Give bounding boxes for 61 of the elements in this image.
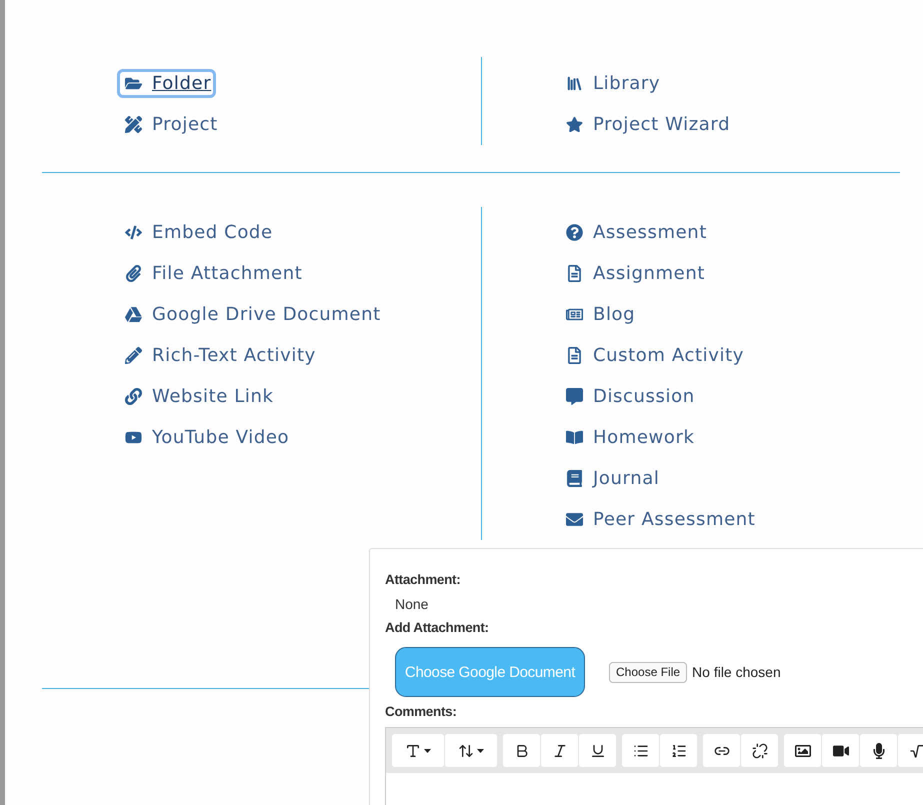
- text-size-icon: [458, 742, 474, 758]
- toolbar-button[interactable]: [541, 734, 578, 767]
- toolbar-button[interactable]: [741, 734, 778, 767]
- menu-item[interactable]: Discussion: [561, 385, 697, 408]
- file-status: No file chosen: [692, 664, 781, 680]
- toolbar-button[interactable]: [579, 734, 616, 767]
- menu-item[interactable]: Website Link: [120, 385, 276, 408]
- field-label: Attachment:: [385, 571, 460, 589]
- menu-item[interactable]: Library: [561, 72, 662, 95]
- toolbar-button[interactable]: [445, 734, 497, 767]
- triangle-logo-icon: [122, 306, 144, 323]
- square-root-icon: [908, 742, 923, 758]
- menu-item[interactable]: Embed Code: [120, 221, 275, 244]
- attachment-value: None: [395, 595, 428, 614]
- menu-item[interactable]: Peer Assessment: [561, 508, 758, 531]
- menu-item[interactable]: Rich-Text Activity: [120, 344, 318, 367]
- code-icon: [122, 224, 144, 241]
- toolbar-button[interactable]: [703, 734, 740, 767]
- menu-item[interactable]: File Attachment: [120, 262, 304, 285]
- menu-item[interactable]: YouTube Video: [120, 426, 292, 449]
- toolbar-button[interactable]: [822, 734, 859, 767]
- speech-bubble-icon: [563, 388, 585, 405]
- toolbar-button[interactable]: [660, 734, 697, 767]
- newspaper-icon: [563, 306, 585, 323]
- toolbar-button[interactable]: [503, 734, 540, 767]
- field-label: Add Attachment:: [385, 619, 489, 637]
- toolbar-button[interactable]: [860, 734, 897, 767]
- italic-icon: [552, 742, 568, 758]
- video-camera-icon: [832, 742, 848, 758]
- menu-item[interactable]: Folder: [120, 72, 214, 95]
- open-book-icon: [563, 429, 585, 446]
- folder-icon: [122, 75, 144, 92]
- numbered-list-icon: [670, 742, 686, 758]
- play-icon: [122, 429, 144, 446]
- question-icon: [563, 224, 585, 241]
- underline-icon: [590, 742, 606, 758]
- menu-item[interactable]: Google Drive Document: [120, 303, 383, 326]
- pencil-icon: [122, 347, 144, 364]
- field-label: Comments:: [385, 703, 457, 721]
- caret-icon: [477, 748, 484, 752]
- image-icon: [794, 742, 810, 758]
- toolbar-button[interactable]: [784, 734, 821, 767]
- menu-item[interactable]: Assessment: [561, 221, 709, 244]
- menu-item[interactable]: Assignment: [561, 262, 707, 285]
- link-icon: [122, 388, 144, 405]
- menu-item[interactable]: Journal: [561, 467, 662, 490]
- font-icon: [405, 742, 421, 758]
- menu-item[interactable]: Project: [120, 113, 220, 136]
- menu-item[interactable]: Project Wizard: [561, 113, 732, 136]
- bulleted-list-icon: [632, 742, 648, 758]
- caret-icon: [424, 748, 431, 752]
- choose-file-button[interactable]: Choose File: [609, 662, 688, 682]
- microphone-icon: [870, 742, 886, 758]
- envelope-icon: [563, 511, 585, 528]
- menu-item[interactable]: Blog: [561, 303, 638, 326]
- menu-item[interactable]: Homework: [561, 426, 697, 449]
- toolbar-button[interactable]: [392, 734, 444, 767]
- pencil-ruler-icon: [122, 116, 144, 133]
- menu-item[interactable]: Custom Activity: [561, 344, 746, 367]
- unlink-icon: [752, 742, 768, 758]
- toolbar-button[interactable]: [622, 734, 659, 767]
